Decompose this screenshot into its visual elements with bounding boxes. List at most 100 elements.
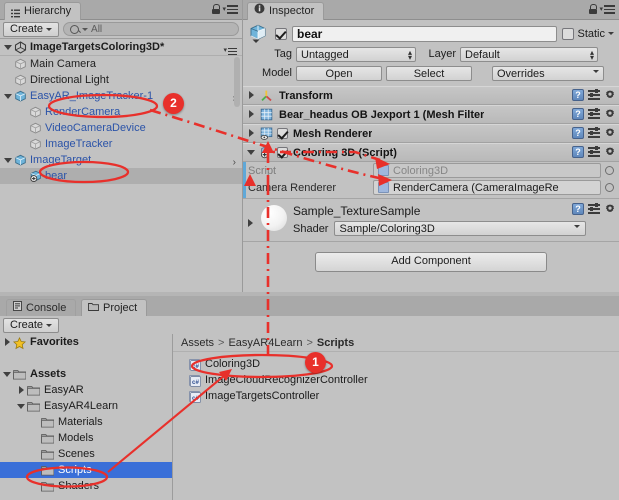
component-list: Transform? Bear_headus OB Jexport 1 (Mesh… <box>243 86 619 278</box>
component-enabled-checkbox[interactable] <box>277 147 288 158</box>
hierarchy-item-imagetarget[interactable]: ImageTarget › <box>0 152 242 168</box>
tab-inspector[interactable]: Inspector <box>247 2 325 20</box>
object-field-script[interactable]: Coloring3D <box>373 163 601 178</box>
hierarchy-item-directional-light[interactable]: Directional Light <box>0 72 242 88</box>
gear-icon[interactable] <box>604 89 616 101</box>
gear-icon[interactable] <box>604 127 616 139</box>
breadcrumb-item-assets[interactable]: Assets <box>181 337 214 349</box>
model-select-button[interactable]: Select <box>386 65 472 81</box>
project-folder-easyar4learn[interactable]: EasyAR4Learn <box>0 398 172 414</box>
hierarchy-item-rendercamera[interactable]: RenderCamera <box>0 104 242 120</box>
hierarchy-item-imagetracker[interactable]: ImageTracker <box>0 136 242 152</box>
preset-icon[interactable] <box>588 107 600 120</box>
preset-icon[interactable] <box>588 126 600 139</box>
foldout-spacer <box>19 172 28 181</box>
breadcrumb-item-easyar4learn[interactable]: EasyAR4Learn <box>228 337 302 349</box>
static-checkbox[interactable] <box>562 27 575 40</box>
asset-item-coloring3d[interactable]: c# Coloring3D <box>173 356 619 372</box>
lock-icon[interactable] <box>212 4 220 14</box>
chevron-right-icon[interactable] <box>17 385 26 395</box>
chevron-down-icon[interactable] <box>4 43 13 52</box>
hierarchy-item-videocameradevice[interactable]: VideoCameraDevice <box>0 120 242 136</box>
project-folder-assets[interactable]: Assets <box>0 366 172 382</box>
component-header-mesh-renderer[interactable]: Mesh Renderer? <box>243 124 619 143</box>
help-icon[interactable]: ? <box>572 146 584 158</box>
asset-item-label: Coloring3D <box>205 358 261 370</box>
add-component-button[interactable]: Add Component <box>315 252 547 272</box>
help-icon[interactable]: ? <box>572 89 584 101</box>
hierarchy-scrollbar[interactable] <box>234 57 240 107</box>
chevron-right-icon[interactable] <box>247 91 256 100</box>
project-folder-favorites[interactable]: Favorites <box>0 334 172 350</box>
inspector-lock-icon[interactable] <box>589 4 597 14</box>
chevron-down-icon[interactable] <box>608 32 614 35</box>
help-icon[interactable]: ? <box>572 108 584 120</box>
gear-icon[interactable] <box>604 108 616 120</box>
help-icon[interactable]: ? <box>572 203 584 215</box>
component-header-transform[interactable]: Transform? <box>243 86 619 105</box>
hierarchy-item-bear[interactable]: bear <box>0 168 242 184</box>
project-folder-scenes[interactable]: Scenes <box>0 446 172 462</box>
asset-item-imagetargetscontroller[interactable]: c# ImageTargetsController <box>173 388 619 404</box>
gameobject-enabled-checkbox[interactable] <box>275 27 287 40</box>
chevron-right-icon[interactable] <box>246 219 255 228</box>
component-enabled-checkbox[interactable] <box>277 128 288 139</box>
tab-project[interactable]: Project <box>81 299 148 317</box>
tab-console[interactable]: Console <box>6 299 77 317</box>
asset-item-label: ImageCloudRecognizerController <box>205 374 368 386</box>
gear-icon[interactable] <box>604 146 616 158</box>
asset-item-imagecloudrecognizercontroller[interactable]: c# ImageCloudRecognizerController <box>173 372 619 388</box>
scene-hamburger-menu-icon[interactable] <box>228 47 237 55</box>
chevron-down-icon[interactable] <box>4 92 13 101</box>
tag-label: Tag <box>274 48 292 60</box>
preset-icon[interactable] <box>588 202 600 215</box>
hierarchy-icon <box>11 7 20 18</box>
gear-icon[interactable] <box>604 203 616 215</box>
hierarchy-create-button[interactable]: Create <box>3 21 60 37</box>
hierarchy-item-easyar-imagetracker-1[interactable]: EasyAR_ImageTracker-1› <box>0 88 242 104</box>
preset-icon[interactable] <box>588 88 600 101</box>
annotation-badge-2: 2 <box>163 93 184 114</box>
project-folder-models[interactable]: Models <box>0 430 172 446</box>
folder-icon <box>41 465 55 476</box>
gameobject-name-input[interactable]: bear <box>292 25 558 42</box>
project-folder-shaders[interactable]: Shaders <box>0 478 172 494</box>
object-field-camera-renderer[interactable]: RenderCamera (CameraImageRe <box>373 180 601 195</box>
object-picker-icon[interactable] <box>605 166 614 175</box>
chevron-right-icon[interactable] <box>247 129 256 138</box>
hierarchy-scene-row[interactable]: ImageTargetsColoring3D* ▾ <box>0 39 242 56</box>
project-folder-materials[interactable]: Materials <box>0 414 172 430</box>
overrides-dropdown[interactable]: Overrides <box>492 65 604 81</box>
chevron-down-icon[interactable] <box>17 402 26 411</box>
project-folder-easyar[interactable]: EasyAR <box>0 382 172 398</box>
project-create-button[interactable]: Create <box>3 317 60 333</box>
panel-splitter-vertical[interactable] <box>242 0 243 292</box>
component-header-bear-headus-ob-jexport-1-mesh-filter[interactable]: Bear_headus OB Jexport 1 (Mesh Filter? <box>243 105 619 124</box>
preset-icon[interactable] <box>588 145 600 158</box>
hamburger-menu-icon[interactable] <box>227 5 238 14</box>
layer-dropdown[interactable]: Default ▴ ▾ <box>460 46 598 62</box>
model-open-button[interactable]: Open <box>296 65 382 81</box>
foldout-spacer <box>19 108 28 117</box>
updown-chevron-icon: ▴ ▾ <box>589 47 594 62</box>
hierarchy-item-main-camera[interactable]: Main Camera <box>0 56 242 72</box>
static-toggle-group[interactable]: Static <box>562 27 614 40</box>
gameobject-icon <box>14 58 27 71</box>
chevron-right-icon[interactable] <box>3 337 12 347</box>
hierarchy-search-input[interactable]: All <box>63 22 239 36</box>
help-icon[interactable]: ? <box>572 127 584 139</box>
tab-hierarchy[interactable]: Hierarchy <box>4 2 82 20</box>
chevron-down-icon[interactable] <box>3 370 12 379</box>
hierarchy-item-label: EasyAR_ImageTracker-1 <box>30 90 154 102</box>
breadcrumb-item-scripts[interactable]: Scripts <box>317 337 354 349</box>
chevron-down-icon[interactable] <box>4 156 13 165</box>
shader-label: Shader <box>293 222 329 235</box>
chevron-down-icon[interactable] <box>247 148 256 157</box>
inspector-hamburger-menu-icon[interactable] <box>604 5 615 14</box>
chevron-right-icon[interactable] <box>247 110 256 119</box>
object-picker-icon[interactable] <box>605 183 614 192</box>
tag-dropdown[interactable]: Untagged ▴ ▾ <box>296 46 416 62</box>
shader-dropdown[interactable]: Sample/Coloring3D <box>334 221 587 236</box>
component-header-coloring-3d-script[interactable]: Coloring 3D (Script)? <box>243 143 619 162</box>
project-folder-scripts[interactable]: Scripts <box>0 462 172 478</box>
